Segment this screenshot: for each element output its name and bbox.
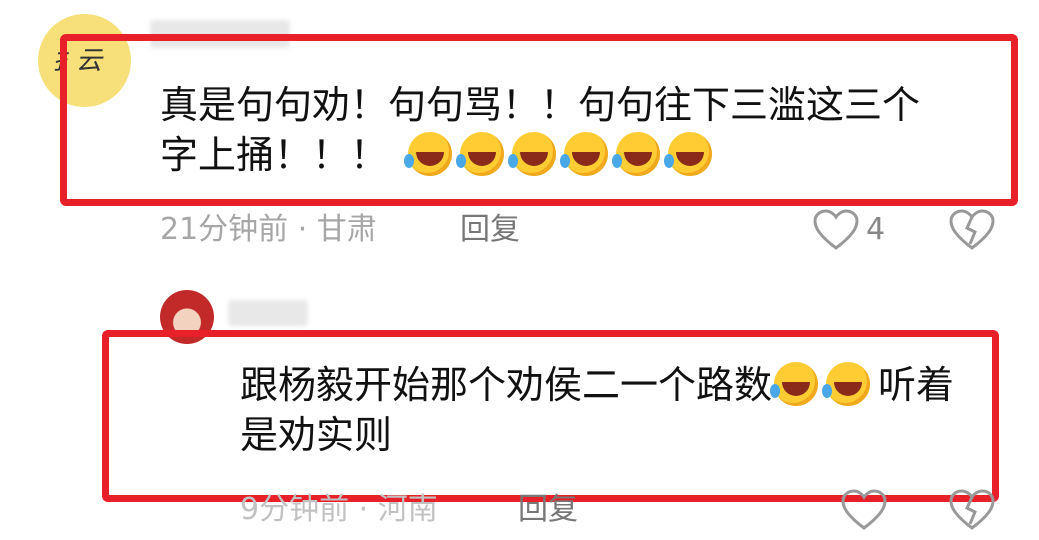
laughing-emoji-icon xyxy=(560,132,609,176)
reply-line-1: 跟杨毅开始那个劝侯二一个路数 听着 xyxy=(240,360,995,410)
broken-heart-icon xyxy=(949,209,995,250)
heart-outline-icon xyxy=(813,209,859,250)
laughing-emoji-icon xyxy=(508,132,557,176)
comment-text: 真是句句劝！句句骂！！句句往下三滥这三个 字上捅！！！ xyxy=(160,80,1020,180)
emoji-row xyxy=(404,132,720,177)
reply-line-1-text: 跟杨毅开始那个劝侯二一个路数 xyxy=(240,363,773,407)
laughing-emoji-icon xyxy=(612,132,661,176)
reply-text: 跟杨毅开始那个劝侯二一个路数 听着 是劝实则 xyxy=(240,360,995,460)
laughing-emoji-icon xyxy=(404,132,453,176)
comment-line-1: 真是句句劝！句句骂！！句句往下三滥这三个 xyxy=(160,83,921,127)
like-count: 4 xyxy=(866,212,886,247)
reply-button[interactable]: 回复 xyxy=(518,492,578,528)
dislike-button[interactable] xyxy=(948,488,996,536)
laughing-emoji-icon xyxy=(770,362,819,406)
like-button[interactable] xyxy=(840,488,888,536)
reply-line-2: 是劝实则 xyxy=(240,413,393,457)
laughing-emoji-icon xyxy=(664,132,713,176)
comment-meta: 21分钟前 · 甘肃 xyxy=(160,212,377,247)
laughing-emoji-icon xyxy=(822,362,871,406)
dislike-button[interactable] xyxy=(948,208,996,256)
laughing-emoji-icon xyxy=(456,132,505,176)
comment-meta: 9分钟前 · 河南 xyxy=(240,492,438,527)
reply-button[interactable]: 回复 xyxy=(460,212,520,248)
broken-heart-icon xyxy=(949,489,995,530)
reply-line-1-tail: 听着 xyxy=(878,363,955,407)
comment-line-2-text: 字上捅！！！ xyxy=(160,133,389,177)
heart-outline-icon xyxy=(841,489,887,530)
comment-line-2: 字上捅！！！ xyxy=(160,130,1020,180)
like-button[interactable] xyxy=(812,208,860,256)
username-blurred[interactable] xyxy=(228,300,308,326)
